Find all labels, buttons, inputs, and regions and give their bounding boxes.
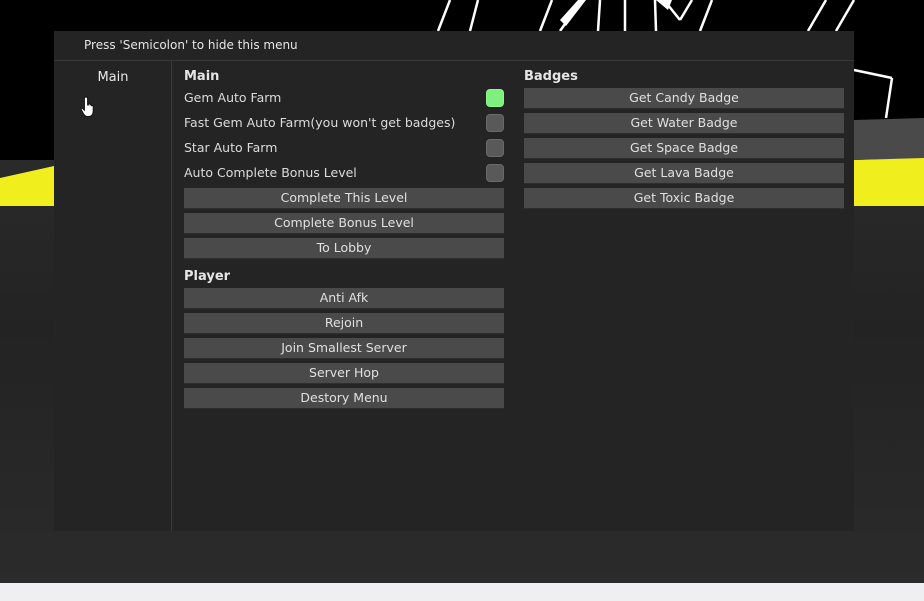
- toggle-row-auto-complete-bonus: Auto Complete Bonus Level: [184, 163, 504, 188]
- fast-gem-auto-farm-toggle[interactable]: [486, 114, 504, 132]
- get-water-badge-button[interactable]: Get Water Badge: [524, 113, 844, 134]
- toggle-row-fast-gem-auto-farm: Fast Gem Auto Farm(you won't get badges): [184, 113, 504, 138]
- get-lava-badge-button[interactable]: Get Lava Badge: [524, 163, 844, 184]
- destroy-menu-button[interactable]: Destory Menu: [184, 388, 504, 409]
- hand-pointer-icon: [80, 96, 94, 117]
- join-smallest-server-button[interactable]: Join Smallest Server: [184, 338, 504, 359]
- menu-hint-text: Press 'Semicolon' to hide this menu: [84, 38, 298, 52]
- auto-complete-bonus-toggle[interactable]: [486, 164, 504, 182]
- toggle-label: Fast Gem Auto Farm(you won't get badges): [184, 115, 456, 130]
- toggle-label: Gem Auto Farm: [184, 90, 282, 105]
- badges-section-title: Badges: [524, 69, 578, 84]
- anti-afk-button[interactable]: Anti Afk: [184, 288, 504, 309]
- main-section-title: Main: [184, 69, 220, 84]
- menu-header: Press 'Semicolon' to hide this menu: [54, 31, 854, 61]
- taskbar-strip: [0, 583, 924, 601]
- get-space-badge-button[interactable]: Get Space Badge: [524, 138, 844, 159]
- toggle-row-star-auto-farm: Star Auto Farm: [184, 138, 504, 163]
- sidebar-tab-main[interactable]: Main: [54, 67, 172, 89]
- player-section-title: Player: [184, 269, 231, 284]
- badges-column: Badges Get Candy Badge Get Water Badge G…: [524, 67, 844, 213]
- toggle-label: Star Auto Farm: [184, 140, 278, 155]
- to-lobby-button[interactable]: To Lobby: [184, 238, 504, 259]
- script-menu-window: Press 'Semicolon' to hide this menu Main…: [54, 31, 854, 531]
- rejoin-button[interactable]: Rejoin: [184, 313, 504, 334]
- toggle-label: Auto Complete Bonus Level: [184, 165, 357, 180]
- gem-auto-farm-toggle[interactable]: [486, 89, 504, 107]
- toggle-row-gem-auto-farm: Gem Auto Farm: [184, 88, 504, 113]
- star-auto-farm-toggle[interactable]: [486, 139, 504, 157]
- menu-sidebar: Main: [54, 61, 172, 531]
- complete-bonus-level-button[interactable]: Complete Bonus Level: [184, 213, 504, 234]
- get-candy-badge-button[interactable]: Get Candy Badge: [524, 88, 844, 109]
- main-column: Main Gem Auto Farm Fast Gem Auto Farm(yo…: [184, 67, 504, 413]
- complete-this-level-button[interactable]: Complete This Level: [184, 188, 504, 209]
- server-hop-button[interactable]: Server Hop: [184, 363, 504, 384]
- get-toxic-badge-button[interactable]: Get Toxic Badge: [524, 188, 844, 209]
